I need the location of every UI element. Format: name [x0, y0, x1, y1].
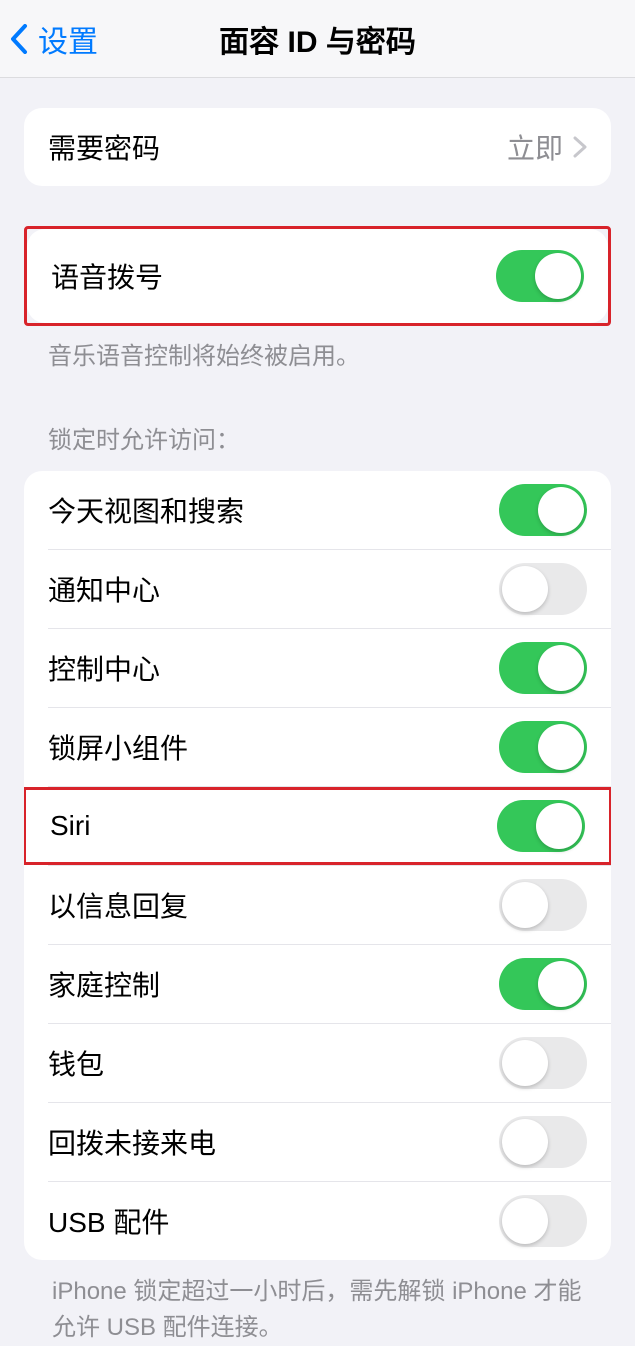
- back-label: 设置: [38, 17, 98, 61]
- back-button[interactable]: 设置: [0, 17, 98, 61]
- usb-accessories-label: USB 配件: [24, 1201, 169, 1241]
- usb-accessories-toggle[interactable]: [499, 1195, 587, 1247]
- chevron-left-icon: [10, 24, 28, 54]
- reply-with-message-row: 以信息回复: [24, 866, 611, 944]
- notification-center-toggle[interactable]: [499, 563, 587, 615]
- siri-toggle[interactable]: [497, 800, 585, 852]
- annotation-highlight-voice-dial: 语音拨号: [24, 226, 611, 326]
- annotation-highlight-siri: Siri: [24, 787, 611, 865]
- voice-dial-label: 语音拨号: [51, 256, 163, 296]
- locked-access-group: 今天视图和搜索 通知中心 控制中心 锁屏小组件 Siri 以信息回复: [24, 471, 611, 1260]
- return-missed-calls-toggle[interactable]: [499, 1116, 587, 1168]
- siri-row: Siri: [26, 790, 609, 862]
- voice-dial-toggle[interactable]: [496, 250, 584, 302]
- reply-with-message-toggle[interactable]: [499, 879, 587, 931]
- home-control-label: 家庭控制: [24, 964, 160, 1004]
- usb-accessories-row: USB 配件: [24, 1182, 611, 1260]
- control-center-label: 控制中心: [24, 648, 160, 688]
- notification-center-row: 通知中心: [24, 550, 611, 628]
- wallet-toggle[interactable]: [499, 1037, 587, 1089]
- voice-dial-row: 语音拨号: [27, 229, 608, 323]
- home-control-toggle[interactable]: [499, 958, 587, 1010]
- control-center-row: 控制中心: [24, 629, 611, 707]
- locked-access-header: 锁定时允许访问：: [24, 410, 611, 458]
- chevron-right-icon: [573, 136, 587, 158]
- today-view-label: 今天视图和搜索: [24, 490, 244, 530]
- navigation-bar: 设置 面容 ID 与密码: [0, 0, 635, 78]
- locked-access-footer: iPhone 锁定超过一小时后，需先解锁 iPhone 才能允许 USB 配件连…: [24, 1260, 611, 1346]
- control-center-toggle[interactable]: [499, 642, 587, 694]
- today-view-row: 今天视图和搜索: [24, 471, 611, 549]
- require-passcode-group: 需要密码 立即: [24, 108, 611, 186]
- voice-dial-footer: 音乐语音控制将始终被启用。: [24, 326, 611, 374]
- require-passcode-label: 需要密码: [48, 127, 160, 167]
- home-control-row: 家庭控制: [24, 945, 611, 1023]
- lock-screen-widgets-label: 锁屏小组件: [24, 727, 188, 767]
- lock-screen-widgets-toggle[interactable]: [499, 721, 587, 773]
- today-view-toggle[interactable]: [499, 484, 587, 536]
- siri-label: Siri: [26, 810, 90, 842]
- notification-center-label: 通知中心: [24, 569, 160, 609]
- require-passcode-row[interactable]: 需要密码 立即: [24, 108, 611, 186]
- reply-with-message-label: 以信息回复: [24, 885, 188, 925]
- voice-dial-group: 语音拨号: [27, 229, 608, 323]
- return-missed-calls-row: 回拨未接来电: [24, 1103, 611, 1181]
- require-passcode-value: 立即: [507, 127, 563, 167]
- wallet-row: 钱包: [24, 1024, 611, 1102]
- return-missed-calls-label: 回拨未接来电: [24, 1122, 216, 1162]
- lock-screen-widgets-row: 锁屏小组件: [24, 708, 611, 786]
- wallet-label: 钱包: [24, 1043, 104, 1083]
